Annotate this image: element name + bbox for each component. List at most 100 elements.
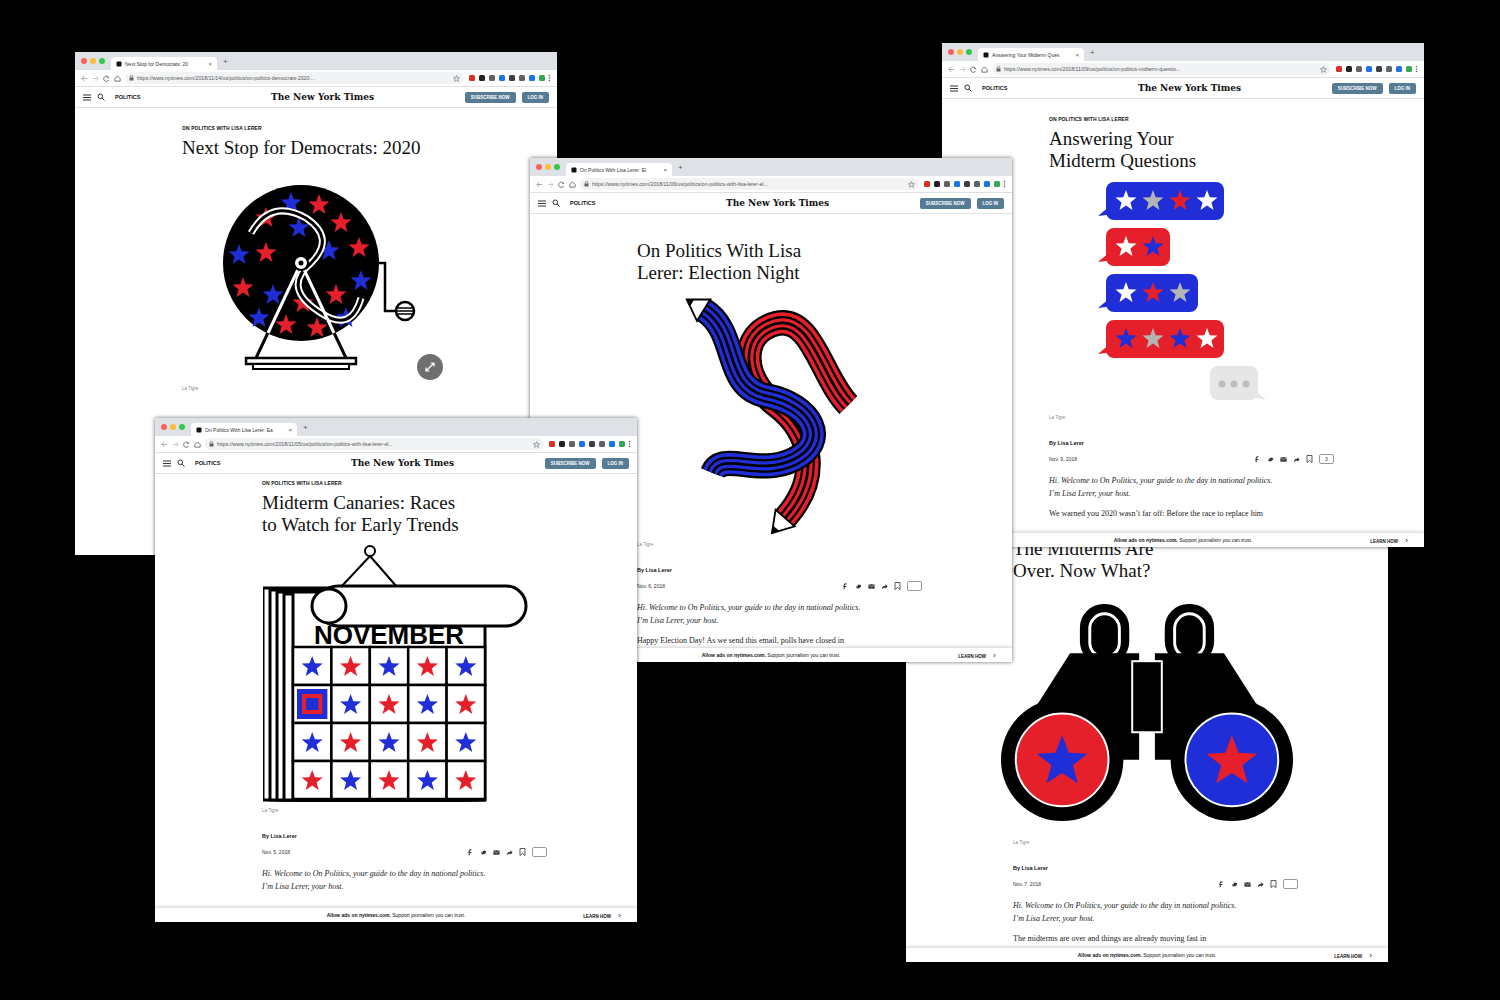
subscribe-button[interactable]: SUBSCRIBE NOW bbox=[465, 92, 516, 103]
save-bookmark-icon[interactable] bbox=[1306, 455, 1313, 463]
menu-dots-icon[interactable] bbox=[1415, 65, 1418, 73]
extension-icon[interactable] bbox=[488, 74, 496, 82]
extension-icon[interactable] bbox=[608, 440, 616, 448]
extension-icon[interactable] bbox=[478, 74, 486, 82]
back-icon[interactable] bbox=[81, 75, 88, 82]
home-icon[interactable] bbox=[114, 75, 121, 82]
extension-icon[interactable] bbox=[953, 180, 961, 188]
home-icon[interactable] bbox=[981, 66, 988, 73]
minimize-window-button[interactable] bbox=[957, 49, 963, 55]
url-field[interactable]: https://www.nytimes.com/2018/11/14/us/po… bbox=[125, 72, 464, 84]
reload-icon[interactable] bbox=[558, 181, 565, 188]
kicker[interactable]: ON POLITICS WITH LISA LERER bbox=[262, 480, 547, 486]
close-window-button[interactable] bbox=[536, 164, 542, 170]
forward-icon[interactable] bbox=[172, 441, 179, 448]
login-button[interactable]: LOG IN bbox=[977, 198, 1005, 209]
tab-close-button[interactable]: × bbox=[1075, 52, 1079, 58]
hamburger-menu-icon[interactable] bbox=[950, 85, 958, 92]
new-tab-button[interactable]: + bbox=[223, 57, 228, 66]
extension-icon[interactable] bbox=[588, 440, 596, 448]
save-bookmark-icon[interactable] bbox=[519, 848, 526, 856]
browser-window[interactable]: On Politics With Lisa Lerer: Ea× + https:/… bbox=[155, 418, 637, 922]
new-tab-button[interactable]: + bbox=[303, 423, 308, 432]
back-icon[interactable] bbox=[536, 181, 543, 188]
menu-dots-icon[interactable] bbox=[628, 440, 631, 448]
bookmark-star-icon[interactable] bbox=[533, 441, 540, 448]
tab-close-button[interactable]: × bbox=[663, 167, 667, 173]
share-icon[interactable] bbox=[1257, 881, 1264, 888]
browser-window[interactable]: Answering Your Midterm Ques×+https://www… bbox=[942, 43, 1424, 547]
close-window-button[interactable] bbox=[161, 424, 167, 430]
save-bookmark-icon[interactable] bbox=[894, 582, 901, 590]
back-icon[interactable] bbox=[948, 66, 955, 73]
home-icon[interactable] bbox=[569, 181, 576, 188]
extension-icon[interactable] bbox=[973, 180, 981, 188]
login-button[interactable]: LOG IN bbox=[522, 92, 550, 103]
extension-icon[interactable] bbox=[1375, 65, 1383, 73]
kicker[interactable]: ON POLITICS WITH LISA LERER bbox=[1049, 116, 1334, 122]
bookmark-star-icon[interactable] bbox=[453, 75, 460, 82]
forward-icon[interactable] bbox=[547, 181, 554, 188]
byline[interactable]: By Lisa Lerer bbox=[1049, 440, 1334, 446]
facebook-icon[interactable] bbox=[467, 849, 474, 856]
expand-image-button[interactable] bbox=[417, 354, 443, 380]
extension-icon[interactable] bbox=[963, 180, 971, 188]
minimize-window-button[interactable] bbox=[170, 424, 176, 430]
hamburger-menu-icon[interactable] bbox=[163, 460, 171, 467]
extension-icon[interactable] bbox=[1365, 65, 1373, 73]
tab-close-button[interactable]: × bbox=[208, 61, 212, 67]
reload-icon[interactable] bbox=[970, 66, 977, 73]
extension-icon[interactable] bbox=[993, 180, 1001, 188]
extension-icon[interactable] bbox=[983, 180, 991, 188]
learn-how-link[interactable]: LEARN HOW › bbox=[958, 651, 996, 660]
browser-tab[interactable]: Answering Your Midterm Ques× bbox=[978, 48, 1084, 61]
minimize-window-button[interactable] bbox=[545, 164, 551, 170]
save-bookmark-icon[interactable] bbox=[1270, 880, 1277, 888]
zoom-window-button[interactable] bbox=[966, 49, 972, 55]
zoom-window-button[interactable] bbox=[99, 58, 105, 64]
new-tab-button[interactable]: + bbox=[678, 163, 683, 172]
hamburger-menu-icon[interactable] bbox=[538, 200, 546, 207]
extension-icon[interactable] bbox=[1335, 65, 1343, 73]
browser-tab[interactable]: On Politics With Lisa Lerer: El× bbox=[566, 163, 672, 176]
extension-icon[interactable] bbox=[528, 74, 536, 82]
close-window-button[interactable] bbox=[81, 58, 87, 64]
extension-icon[interactable] bbox=[1355, 65, 1363, 73]
subscribe-button[interactable]: SUBSCRIBE NOW bbox=[1332, 83, 1383, 94]
kicker[interactable]: ON POLITICS WITH LISA LERER bbox=[182, 125, 467, 131]
forward-icon[interactable] bbox=[959, 66, 966, 73]
learn-how-link[interactable]: LEARN HOW › bbox=[583, 911, 621, 920]
hamburger-menu-icon[interactable] bbox=[83, 94, 91, 101]
share-icon[interactable] bbox=[881, 583, 888, 590]
section-link[interactable]: POLITICS bbox=[570, 200, 595, 206]
section-link[interactable]: POLITICS bbox=[195, 460, 220, 466]
bookmark-star-icon[interactable] bbox=[908, 181, 915, 188]
zoom-window-button[interactable] bbox=[554, 164, 560, 170]
home-icon[interactable] bbox=[194, 441, 201, 448]
extension-icon[interactable] bbox=[508, 74, 516, 82]
share-icon[interactable] bbox=[1293, 456, 1300, 463]
section-link[interactable]: POLITICS bbox=[115, 94, 140, 100]
browser-tab[interactable]: On Politics With Lisa Lerer: Ea× bbox=[191, 423, 297, 436]
byline[interactable]: By Lisa Lerer bbox=[262, 833, 547, 839]
nyt-logo[interactable]: The New York Times bbox=[226, 458, 538, 468]
search-icon[interactable] bbox=[964, 84, 972, 92]
bookmark-star-icon[interactable] bbox=[1320, 66, 1327, 73]
url-field[interactable]: https://www.nytimes.com/2018/11/05/us/po… bbox=[205, 438, 544, 450]
facebook-icon[interactable] bbox=[1218, 881, 1225, 888]
extension-icon[interactable] bbox=[1385, 65, 1393, 73]
extension-icon[interactable] bbox=[558, 440, 566, 448]
extension-icon[interactable] bbox=[568, 440, 576, 448]
learn-how-link[interactable]: LEARN HOW › bbox=[1370, 536, 1408, 545]
extension-icon[interactable] bbox=[538, 74, 546, 82]
comments-button[interactable]: 3 bbox=[1319, 454, 1334, 464]
extension-icon[interactable] bbox=[468, 74, 476, 82]
facebook-icon[interactable] bbox=[1254, 456, 1261, 463]
share-icon[interactable] bbox=[506, 849, 513, 856]
facebook-icon[interactable] bbox=[842, 583, 849, 590]
twitter-icon[interactable] bbox=[1267, 456, 1274, 463]
subscribe-button[interactable]: SUBSCRIBE NOW bbox=[920, 198, 971, 209]
twitter-icon[interactable] bbox=[480, 849, 487, 856]
comments-button[interactable] bbox=[532, 847, 547, 857]
section-link[interactable]: POLITICS bbox=[982, 85, 1007, 91]
